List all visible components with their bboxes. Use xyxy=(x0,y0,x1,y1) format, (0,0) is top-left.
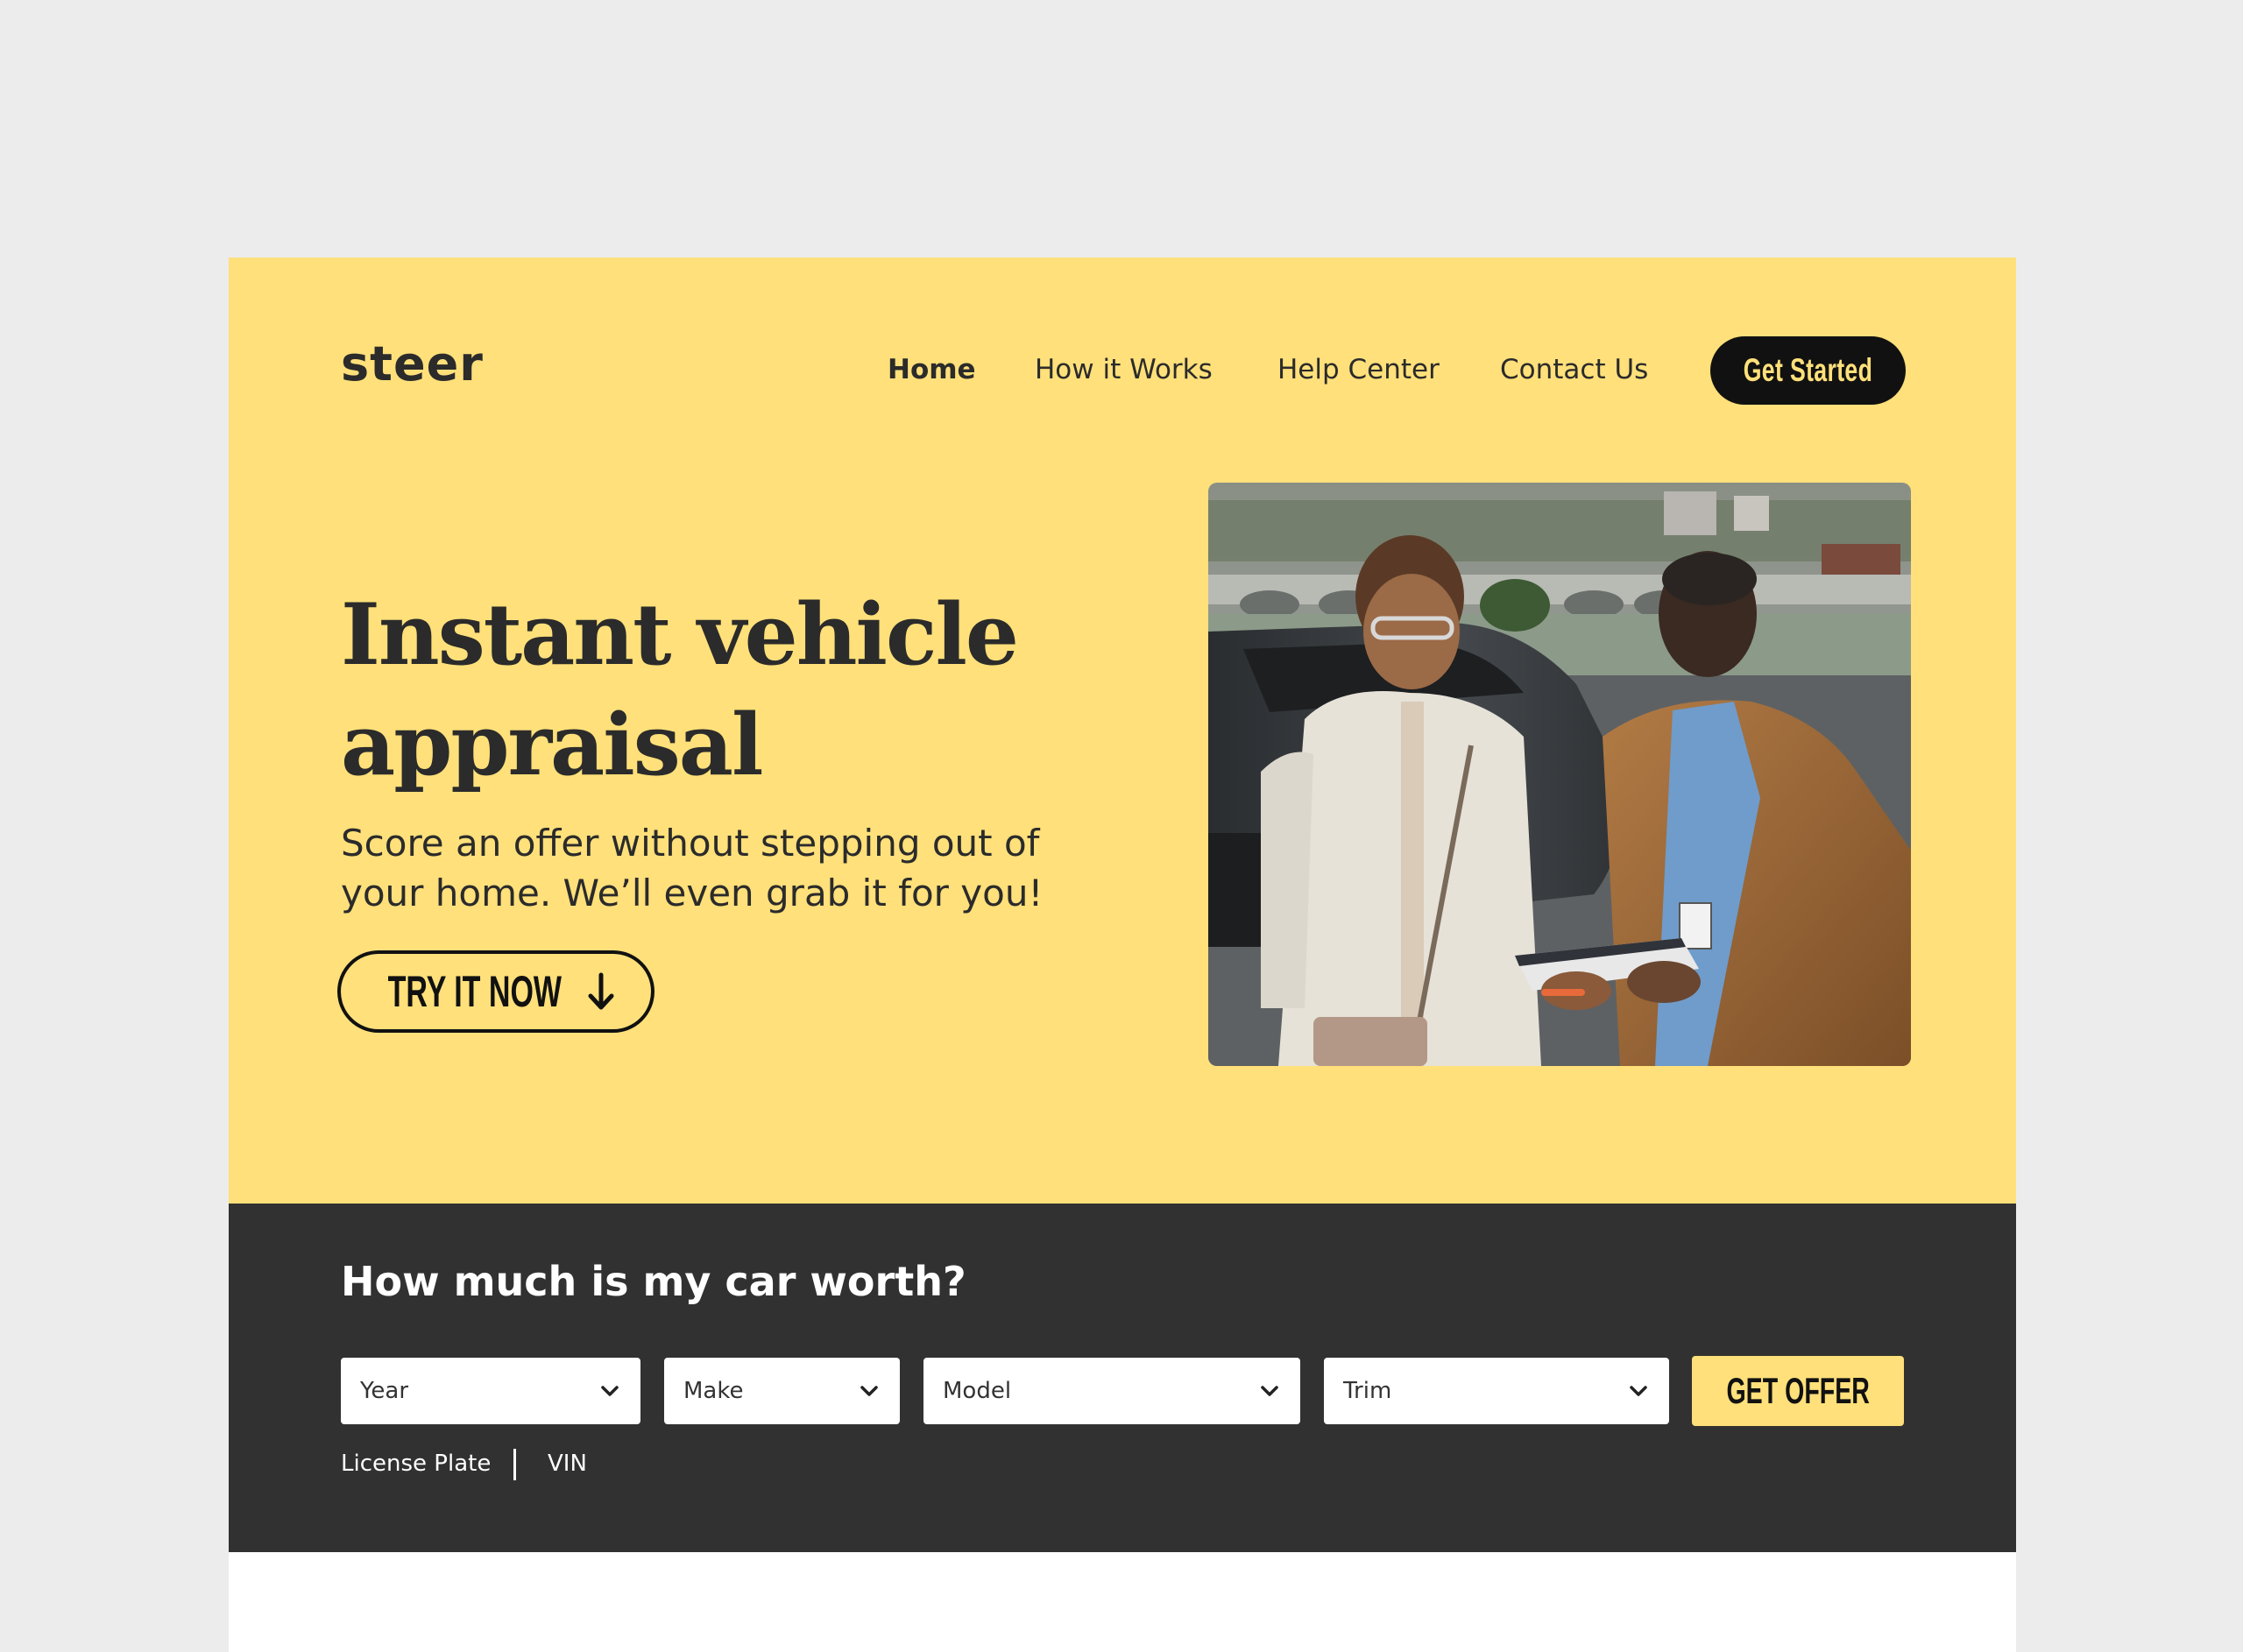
logo[interactable]: steer xyxy=(341,336,484,392)
link-divider xyxy=(513,1449,516,1480)
hero-photo xyxy=(1208,483,1911,1066)
make-select-label: Make xyxy=(683,1378,744,1404)
arrow-down-icon xyxy=(588,972,614,1010)
valuation-section: How much is my car worth? Year Make Mode… xyxy=(229,1204,2016,1552)
vin-link[interactable]: VIN xyxy=(548,1451,587,1477)
trim-select-label: Trim xyxy=(1343,1378,1392,1404)
model-select[interactable]: Model xyxy=(923,1358,1300,1424)
subhead-line-1: Score an offer without stepping out of xyxy=(341,822,1040,865)
model-select-label: Model xyxy=(943,1378,1012,1404)
chevron-down-icon xyxy=(860,1386,878,1396)
nav-item-help-center[interactable]: Help Center xyxy=(1277,354,1440,385)
page-frame: steer Home How it Works Help Center Cont… xyxy=(229,258,2016,1652)
get-started-button[interactable]: Get Started xyxy=(1710,336,1906,405)
valuation-title: How much is my car worth? xyxy=(341,1258,966,1305)
chevron-down-icon xyxy=(1630,1386,1647,1396)
get-offer-label: GET OFFER xyxy=(1726,1370,1870,1411)
nav-item-contact-us[interactable]: Contact Us xyxy=(1500,354,1648,385)
subhead-line-2: your home. We’ll even grab it for you! xyxy=(341,872,1044,914)
hero-subhead: Score an offer without stepping out of yo… xyxy=(341,818,1129,918)
hero-section: steer Home How it Works Help Center Cont… xyxy=(229,258,2016,1204)
chevron-down-icon xyxy=(601,1386,619,1396)
nav-item-how-it-works[interactable]: How it Works xyxy=(1035,354,1213,385)
appraisal-photo-illustration xyxy=(1208,483,1911,1066)
year-select[interactable]: Year xyxy=(341,1358,640,1424)
license-plate-link[interactable]: License Plate xyxy=(341,1451,491,1477)
year-select-label: Year xyxy=(360,1378,409,1404)
get-offer-button[interactable]: GET OFFER xyxy=(1692,1356,1904,1426)
trim-select[interactable]: Trim xyxy=(1324,1358,1669,1424)
chevron-down-icon xyxy=(1261,1386,1278,1396)
make-select[interactable]: Make xyxy=(664,1358,900,1424)
try-it-now-label: TRY IT NOW xyxy=(387,967,563,1016)
page-title: Instant vehicle appraisal xyxy=(341,580,1129,801)
headline-line-2: appraisal xyxy=(341,695,763,794)
nav-item-home[interactable]: Home xyxy=(888,354,976,385)
headline-line-1: Instant vehicle xyxy=(341,585,1019,684)
try-it-now-button[interactable]: TRY IT NOW xyxy=(337,950,655,1033)
get-started-label: Get Started xyxy=(1743,352,1873,388)
